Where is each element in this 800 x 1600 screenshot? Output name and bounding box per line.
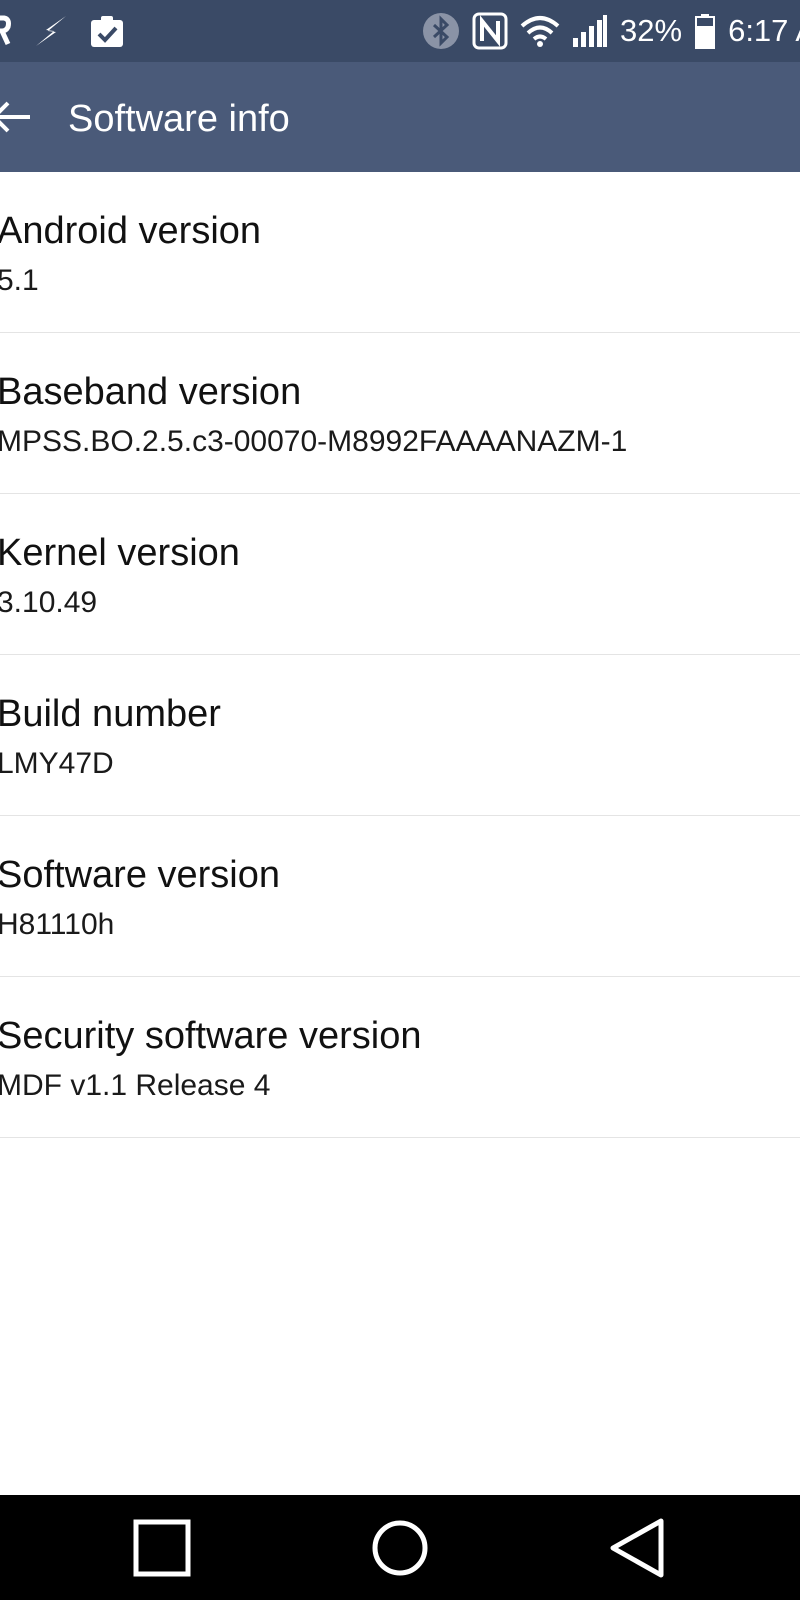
clock: 6:17 A xyxy=(728,13,800,48)
item-title: Build number xyxy=(0,693,221,735)
list-item-software-version[interactable]: Software version H81110h xyxy=(0,816,800,977)
list-item-baseband-version[interactable]: Baseband version MPSS.BO.2.5.c3-00070-M8… xyxy=(0,333,800,494)
list-item-build-number[interactable]: Build number LMY47D xyxy=(0,655,800,816)
item-value: 5.1 xyxy=(0,264,39,297)
app-bar: Software info xyxy=(0,62,800,172)
item-title: Baseband version xyxy=(0,371,302,413)
item-value: MPSS.BO.2.5.c3-00070-M8992FAAAANAZM-1 xyxy=(0,425,628,458)
item-value: LMY47D xyxy=(0,747,114,780)
bluetooth-icon xyxy=(422,12,460,50)
status-bar: 32% 6:17 A xyxy=(0,0,800,62)
item-title: Software version xyxy=(0,854,281,896)
item-value: H81110h xyxy=(0,908,115,941)
item-title: Security software version xyxy=(0,1015,422,1057)
nfc-icon xyxy=(472,12,508,50)
item-title: Android version xyxy=(0,210,262,252)
item-value: 3.10.49 xyxy=(0,586,98,619)
notification-person-icon xyxy=(0,14,14,48)
status-left xyxy=(0,0,126,62)
page-title: Software info xyxy=(68,98,290,140)
item-value: MDF v1.1 Release 4 xyxy=(0,1069,271,1102)
home-circle-icon[interactable] xyxy=(365,1513,435,1583)
battery-percent: 32% xyxy=(620,13,683,48)
battery-icon xyxy=(694,13,716,49)
clipboard-check-icon xyxy=(88,13,126,49)
software-info-list: Android version 5.1 Baseband version MPS… xyxy=(0,172,800,1138)
back-arrow-icon[interactable] xyxy=(0,92,40,142)
item-title: Kernel version xyxy=(0,532,240,574)
status-right: 32% 6:17 A xyxy=(422,0,800,62)
flash-icon xyxy=(32,14,70,48)
list-item-android-version[interactable]: Android version 5.1 xyxy=(0,172,800,333)
wifi-icon xyxy=(520,14,560,48)
recents-square-icon[interactable] xyxy=(127,1513,197,1583)
signal-icon xyxy=(572,14,608,48)
back-triangle-icon[interactable] xyxy=(603,1513,673,1583)
list-item-kernel-version[interactable]: Kernel version 3.10.49 xyxy=(0,494,800,655)
navigation-bar xyxy=(0,1495,800,1600)
list-item-security-software-version[interactable]: Security software version MDF v1.1 Relea… xyxy=(0,977,800,1138)
